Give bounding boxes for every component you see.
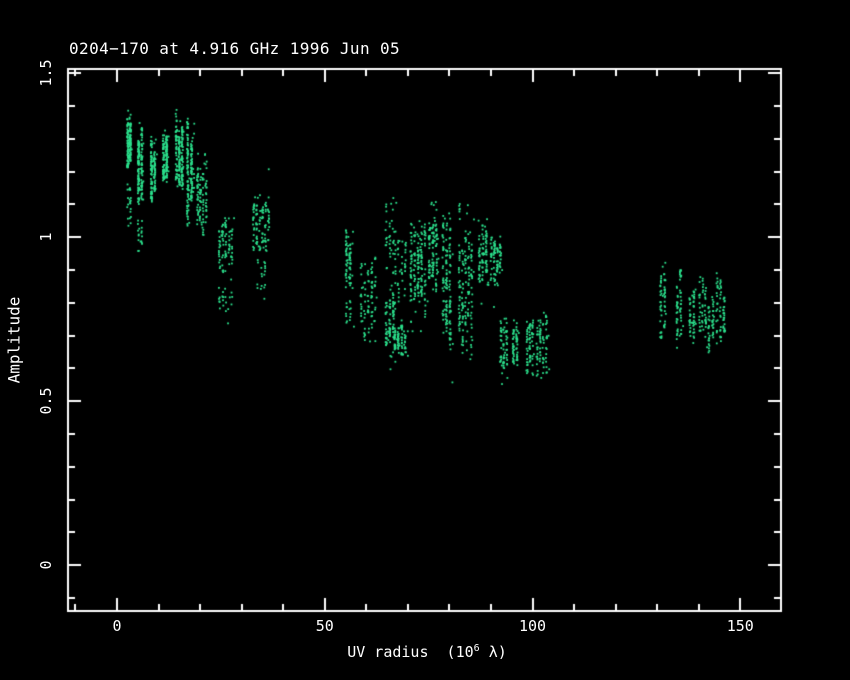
y-tick-label: 1 (37, 233, 55, 242)
y-axis-label: Amplitude (5, 297, 24, 384)
x-tick-label: 50 (316, 617, 334, 635)
x-tick-label: 0 (113, 617, 122, 635)
y-tick-label: 1.5 (37, 60, 55, 87)
uv-amplitude-plot-window: 0204−170 at 4.916 GHz 1996 Jun 05 Amplit… (0, 0, 850, 680)
x-axis-label: UV radius (106 λ) (347, 643, 507, 661)
x-tick-label: 150 (727, 617, 754, 635)
x-axis-label-prefix: UV radius (10 (347, 643, 473, 661)
plot-canvas (0, 0, 850, 680)
x-axis-label-suffix: λ) (480, 643, 507, 661)
x-tick-label: 100 (519, 617, 546, 635)
y-tick-label: 0.5 (37, 388, 55, 415)
y-tick-label: 0 (37, 561, 55, 570)
plot-title: 0204−170 at 4.916 GHz 1996 Jun 05 (69, 39, 400, 58)
